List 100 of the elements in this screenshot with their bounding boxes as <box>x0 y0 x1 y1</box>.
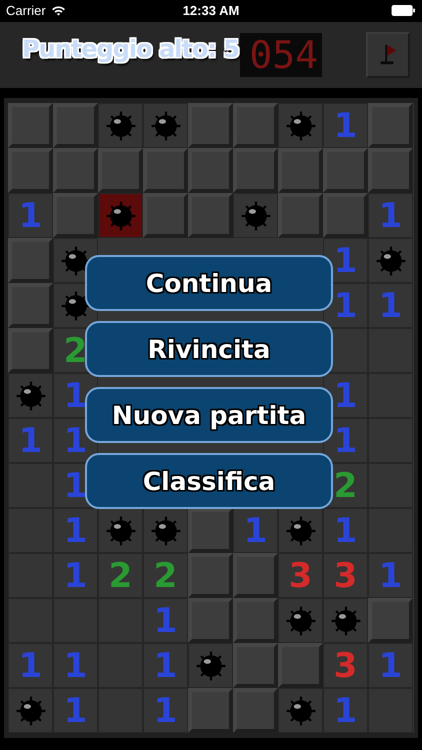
unopened-tile[interactable] <box>53 148 98 193</box>
exploded-tile[interactable] <box>98 193 143 238</box>
unopened-tile[interactable] <box>368 598 413 643</box>
open-tile[interactable] <box>278 103 323 148</box>
unopened-tile[interactable] <box>323 193 368 238</box>
number-tile[interactable]: 3 <box>323 643 368 688</box>
mine-count: 1 <box>64 468 88 502</box>
number-tile[interactable]: 3 <box>278 553 323 598</box>
menu-button[interactable]: Continua <box>85 255 333 311</box>
number-tile[interactable]: 1 <box>8 193 53 238</box>
number-tile[interactable]: 1 <box>8 643 53 688</box>
mine-count: 1 <box>18 424 42 458</box>
unopened-tile[interactable] <box>188 193 233 238</box>
mine-count: 3 <box>334 558 358 592</box>
open-tile[interactable] <box>323 598 368 643</box>
open-tile[interactable] <box>143 103 188 148</box>
status-time: 12:33 AM <box>182 2 240 18</box>
number-tile[interactable]: 2 <box>98 553 143 598</box>
mine-count: 2 <box>154 558 178 592</box>
unopened-tile[interactable] <box>8 283 53 328</box>
mine-count: 1 <box>378 558 402 592</box>
number-tile[interactable]: 1 <box>53 553 98 598</box>
unopened-tile[interactable] <box>188 598 233 643</box>
number-tile[interactable]: 1 <box>53 643 98 688</box>
unopened-tile[interactable] <box>98 148 143 193</box>
open-tile[interactable] <box>233 193 278 238</box>
unopened-tile[interactable] <box>233 598 278 643</box>
mine-count: 1 <box>64 424 88 458</box>
number-tile[interactable]: 2 <box>143 553 188 598</box>
number-tile[interactable]: 3 <box>323 553 368 598</box>
mine-count: 1 <box>378 198 402 232</box>
wifi-icon <box>50 4 66 16</box>
open-tile[interactable] <box>98 103 143 148</box>
number-tile[interactable]: 1 <box>323 508 368 553</box>
unopened-tile[interactable] <box>188 103 233 148</box>
menu-button[interactable]: Nuova partita <box>85 387 333 443</box>
flag-button[interactable] <box>366 32 410 78</box>
mine-count: 2 <box>64 334 88 368</box>
open-tile[interactable] <box>278 688 323 733</box>
mine-count: 1 <box>154 604 178 638</box>
open-tile[interactable] <box>98 508 143 553</box>
open-tile[interactable] <box>278 598 323 643</box>
high-score-title: Punteggio alto: 5 <box>22 35 239 63</box>
number-tile[interactable]: 1 <box>53 508 98 553</box>
number-tile[interactable]: 1 <box>368 283 413 328</box>
mine-count: 1 <box>64 694 88 728</box>
unopened-tile[interactable] <box>8 328 53 373</box>
open-tile[interactable] <box>188 643 233 688</box>
number-tile[interactable]: 1 <box>143 688 188 733</box>
mine-count: 1 <box>154 694 178 728</box>
number-tile[interactable]: 1 <box>233 508 278 553</box>
mine-count: 2 <box>334 468 358 502</box>
unopened-tile[interactable] <box>188 508 233 553</box>
mine-count: 2 <box>108 558 132 592</box>
unopened-tile[interactable] <box>278 643 323 688</box>
number-tile[interactable]: 1 <box>143 643 188 688</box>
number-tile[interactable]: 1 <box>143 598 188 643</box>
menu-button[interactable]: Classifica <box>85 453 333 509</box>
mine-count: 1 <box>64 648 88 682</box>
number-tile[interactable]: 1 <box>323 688 368 733</box>
unopened-tile[interactable] <box>233 103 278 148</box>
unopened-tile[interactable] <box>53 193 98 238</box>
unopened-tile[interactable] <box>368 148 413 193</box>
unopened-tile[interactable] <box>233 643 278 688</box>
unopened-tile[interactable] <box>323 148 368 193</box>
unopened-tile[interactable] <box>188 148 233 193</box>
mine-count: 1 <box>18 198 42 232</box>
unopened-tile[interactable] <box>8 103 53 148</box>
battery-icon <box>391 4 416 16</box>
unopened-tile[interactable] <box>8 238 53 283</box>
unopened-tile[interactable] <box>278 193 323 238</box>
unopened-tile[interactable] <box>188 553 233 598</box>
open-tile[interactable] <box>8 688 53 733</box>
unopened-tile[interactable] <box>278 148 323 193</box>
unopened-tile[interactable] <box>143 193 188 238</box>
open-tile[interactable] <box>368 238 413 283</box>
unopened-tile[interactable] <box>143 148 188 193</box>
unopened-tile[interactable] <box>233 688 278 733</box>
mine-count: 1 <box>244 514 268 548</box>
unopened-tile[interactable] <box>8 148 53 193</box>
number-tile[interactable]: 1 <box>368 193 413 238</box>
open-tile[interactable] <box>143 508 188 553</box>
unopened-tile[interactable] <box>53 103 98 148</box>
unopened-tile[interactable] <box>233 148 278 193</box>
open-tile[interactable] <box>8 373 53 418</box>
mine-count: 1 <box>334 514 358 548</box>
unopened-tile[interactable] <box>188 688 233 733</box>
number-tile[interactable]: 1 <box>53 688 98 733</box>
mine-count: 1 <box>64 378 88 412</box>
menu-button[interactable]: Rivincita <box>85 321 333 377</box>
open-tile[interactable] <box>278 508 323 553</box>
mine-count: 1 <box>378 648 402 682</box>
mine-count: 3 <box>288 558 312 592</box>
mine-count: 1 <box>64 514 88 548</box>
number-tile[interactable]: 1 <box>368 643 413 688</box>
number-tile[interactable]: 1 <box>323 103 368 148</box>
number-tile[interactable]: 1 <box>8 418 53 463</box>
unopened-tile[interactable] <box>368 103 413 148</box>
unopened-tile[interactable] <box>233 553 278 598</box>
number-tile[interactable]: 1 <box>368 553 413 598</box>
